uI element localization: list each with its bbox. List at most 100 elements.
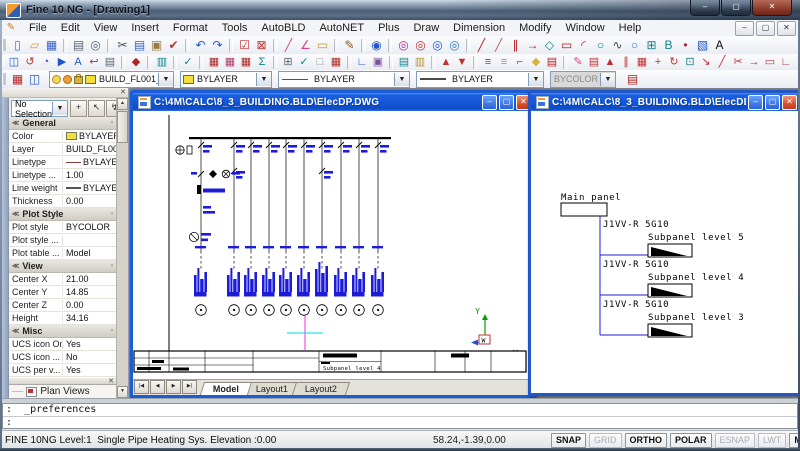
close-window-button[interactable]: ✕: [752, 0, 792, 16]
paste-icon[interactable]: ▣: [148, 38, 165, 53]
doc-check-icon[interactable]: ▤: [544, 55, 560, 70]
rotate-icon[interactable]: ↻: [666, 55, 682, 70]
make-block-icon[interactable]: B: [660, 38, 677, 53]
mirror-icon[interactable]: ▲: [602, 55, 618, 70]
point-icon[interactable]: •: [677, 38, 694, 53]
plot-style-manager-icon[interactable]: ▤: [624, 72, 641, 87]
plan-views-item[interactable]: ── Plan Views: [9, 385, 116, 398]
layer-freeze-icon[interactable]: [63, 75, 72, 84]
redo-icon[interactable]: ↷: [209, 38, 226, 53]
zoom-previous-icon[interactable]: ◎: [412, 38, 429, 53]
copy-clip-icon[interactable]: ▤: [131, 38, 148, 53]
zoom-in-icon[interactable]: ◎: [429, 38, 446, 53]
collapse-icon[interactable]: ≪: [12, 210, 19, 218]
scale-icon[interactable]: ⊡: [682, 55, 698, 70]
layer-on-icon[interactable]: [52, 75, 61, 84]
chamfer-icon[interactable]: ∟: [778, 55, 794, 70]
tab-nav-2[interactable]: ▶: [166, 380, 181, 394]
menu-modify[interactable]: Modify: [512, 21, 558, 35]
grid-icon[interactable]: ⊞: [280, 55, 296, 70]
menu-format[interactable]: Format: [166, 21, 215, 35]
title-bar[interactable]: Fine 10 NG - [Drawing1] –▢✕: [0, 0, 800, 20]
symbols-library-icon[interactable]: ◆: [528, 55, 544, 70]
quick-select-button[interactable]: +: [70, 100, 87, 117]
distance-icon[interactable]: ╱: [280, 38, 297, 53]
chevron-down-icon[interactable]: ▼: [52, 102, 67, 115]
pick-objects-button[interactable]: ↖: [88, 100, 105, 117]
prop-value[interactable]: 21.00: [63, 274, 116, 284]
array-icon[interactable]: ▦: [634, 55, 650, 70]
palette-scrollbar[interactable]: ▲ ▼: [116, 98, 128, 398]
layer-edit-icon[interactable]: ≡: [496, 55, 512, 70]
drawing-canvas-elecdd[interactable]: Main panelJ1VV-R 5G10Subpanel level 5J1V…: [531, 111, 799, 393]
lengthen-icon[interactable]: ╱: [714, 55, 730, 70]
blank-sheet-icon[interactable]: □: [312, 55, 328, 70]
menu-insert[interactable]: Insert: [124, 21, 166, 35]
chevron-down-icon[interactable]: ▼: [158, 73, 173, 86]
feeder-9[interactable]: [352, 139, 370, 315]
pages-icon[interactable]: ▥: [412, 55, 428, 70]
minimize-button[interactable]: –: [482, 95, 497, 110]
menu-edit[interactable]: Edit: [54, 21, 87, 35]
feeder-5[interactable]: [279, 139, 297, 315]
cut-icon[interactable]: ✂: [114, 38, 131, 53]
layer-previous-icon[interactable]: ▦: [9, 72, 26, 87]
tab-nav-1[interactable]: ◀: [150, 380, 165, 394]
tab-nav-0[interactable]: |◀: [134, 380, 149, 394]
chevron-down-icon[interactable]: ▼: [256, 73, 271, 86]
text-icon[interactable]: A: [711, 38, 728, 53]
section-view[interactable]: ≪View▪: [9, 260, 116, 273]
section-plot-style[interactable]: ≪Plot Style▪: [9, 208, 116, 221]
prop-value[interactable]: 14.85: [63, 287, 116, 297]
save-icon[interactable]: ▦: [43, 38, 60, 53]
drawing-window-elecdd[interactable]: C:\4M\CALC\8_3_BUILDING.BLD\ElecDD.dwg –…: [528, 90, 800, 396]
palette-splitter[interactable]: ✕: [9, 377, 116, 385]
close-button[interactable]: ✕: [782, 95, 797, 110]
match-properties-icon[interactable]: ✔: [165, 38, 182, 53]
prop-value[interactable]: Yes: [63, 339, 116, 349]
prop-value[interactable]: 0.00: [63, 196, 116, 206]
menu-file[interactable]: File: [22, 21, 54, 35]
spell-check-icon[interactable]: ☑: [236, 38, 253, 53]
area-icon[interactable]: ▭: [314, 38, 331, 53]
feeder-10[interactable]: [371, 139, 389, 315]
prop-value[interactable]: BYLAYE: [63, 183, 116, 193]
child-title-bar[interactable]: C:\4M\CALC\8_3_BUILDING.BLD\ElecDP.DWG –…: [133, 93, 533, 111]
verify-icon[interactable]: ✓: [296, 55, 312, 70]
tab-layout2[interactable]: Layout2: [292, 382, 350, 395]
minimize-window-button[interactable]: –: [690, 0, 720, 16]
feeder-1-devices[interactable]: [176, 146, 240, 242]
menu-view[interactable]: View: [87, 21, 125, 35]
extend-icon[interactable]: →: [746, 55, 762, 70]
circle-icon[interactable]: ○: [592, 38, 609, 53]
scroll-up-icon[interactable]: ▲: [117, 98, 128, 110]
polyline-icon[interactable]: →: [524, 38, 541, 53]
toggle-snap[interactable]: SNAP: [551, 433, 586, 448]
drawing-window-elecdp[interactable]: C:\4M\CALC\8_3_BUILDING.BLD\ElecDP.DWG –…: [130, 90, 536, 398]
copy-sheet-icon[interactable]: ▤: [396, 55, 412, 70]
panel-edit-icon[interactable]: ▣: [370, 55, 386, 70]
color-combo[interactable]: BYLAYER ▼: [180, 71, 272, 88]
typical-floor-icon[interactable]: ▦: [222, 55, 238, 70]
check-drawing-icon[interactable]: ✓: [180, 55, 196, 70]
zoom-object-icon[interactable]: ◔: [38, 55, 54, 70]
prop-value[interactable]: 34.16: [63, 313, 116, 323]
arc-icon[interactable]: ◜: [575, 38, 592, 53]
selection-combo[interactable]: No Selection ▼: [11, 100, 68, 117]
riser-diagram[interactable]: Main panelJ1VV-R 5G10Subpanel level 5J1V…: [561, 193, 744, 337]
maximize-button[interactable]: ▢: [499, 95, 514, 110]
minimize-button[interactable]: –: [748, 95, 763, 110]
zoom-window-icon[interactable]: ◎: [395, 38, 412, 53]
collapse-icon[interactable]: ≪: [12, 119, 19, 127]
stretch-icon[interactable]: ↘: [698, 55, 714, 70]
scroll-down-icon[interactable]: ▼: [117, 386, 128, 398]
prop-value[interactable]: BYLAYER: [63, 131, 116, 141]
toggle-esnap[interactable]: ESNAP: [715, 433, 756, 448]
branch-3[interactable]: J1VV-R 5G10Subpanel level 3: [600, 300, 744, 337]
feeder-3[interactable]: [244, 139, 262, 315]
layer-lock-icon[interactable]: [74, 76, 83, 84]
floor-plan-icon[interactable]: ▦: [238, 55, 254, 70]
busbar[interactable]: [189, 137, 391, 139]
close-icon[interactable]: ✕: [120, 88, 126, 97]
maximize-window-button[interactable]: ▢: [721, 0, 751, 16]
